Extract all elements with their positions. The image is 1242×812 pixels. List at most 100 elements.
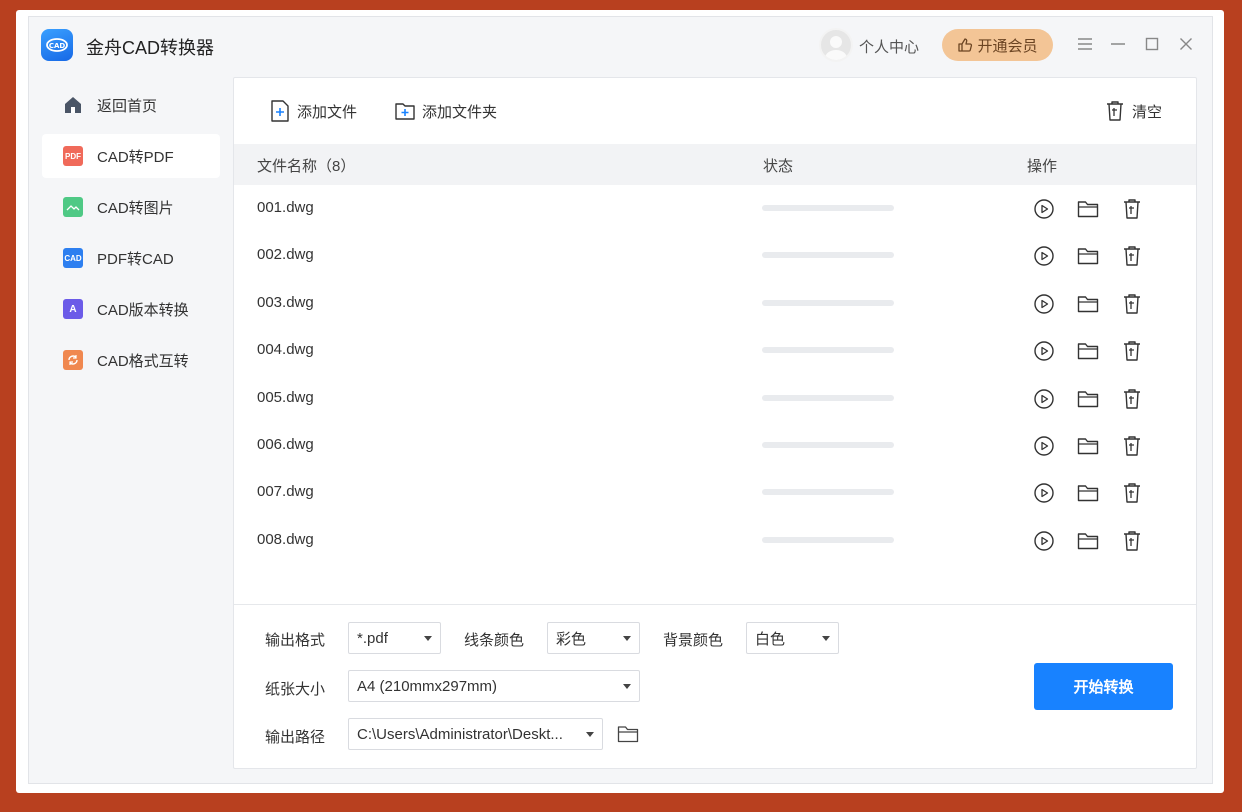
delete-icon[interactable] [1120,387,1144,411]
open-folder-icon[interactable] [1076,434,1100,458]
vip-button[interactable]: 开通会员 [942,29,1053,61]
open-folder-icon[interactable] [1076,481,1100,505]
options-divider [234,604,1196,605]
pdf-icon: PDF [63,146,83,166]
play-icon[interactable] [1032,481,1056,505]
format-convert-icon [63,350,83,370]
sidebar-item-label: CAD版本转换 [97,301,189,319]
table-row[interactable]: 008.dwg [234,517,1196,564]
file-name: 004.dwg [257,341,314,359]
line-color-select[interactable]: 彩色 [547,622,640,654]
home-icon [63,95,83,115]
sidebar-item-cad-format[interactable]: CAD格式互转 [42,338,220,382]
table-row[interactable]: 003.dwg [234,280,1196,327]
vip-label: 开通会员 [977,37,1038,55]
delete-icon[interactable] [1120,434,1144,458]
table-row[interactable]: 002.dwg [234,232,1196,279]
open-folder-icon[interactable] [1076,292,1100,316]
app-logo-icon: CAD [41,29,73,61]
add-folder-button[interactable]: 添加文件夹 [395,100,497,122]
delete-icon[interactable] [1120,197,1144,221]
main-panel: 添加文件 添加文件夹 清空 文件名称（8） 状态 操作 001.dwg 002.… [233,77,1197,769]
chevron-down-icon [586,732,594,737]
status-progress-bar [762,299,894,306]
delete-icon[interactable] [1120,529,1144,553]
table-row[interactable]: 007.dwg [234,469,1196,516]
user-avatar-icon[interactable] [819,28,853,62]
status-progress-bar [762,442,894,448]
table-row[interactable]: 006.dwg [234,422,1196,469]
output-format-select[interactable]: *.pdf [348,622,441,654]
status-progress-bar [762,394,894,401]
clear-button[interactable]: 清空 [1105,100,1162,122]
header-status: 状态 [763,158,794,175]
menu-icon[interactable] [1074,33,1096,55]
sidebar-item-label: PDF转CAD [97,250,174,268]
add-folder-icon [395,103,415,120]
sidebar-item-pdf-to-cad[interactable]: CAD PDF转CAD [42,236,220,280]
table-row[interactable]: 004.dwg [234,327,1196,374]
sidebar-item-label: CAD转PDF [97,148,174,166]
svg-text:CAD: CAD [49,42,66,50]
delete-icon[interactable] [1120,292,1144,316]
play-icon[interactable] [1032,339,1056,363]
bg-color-label: 背景颜色 [663,632,724,649]
status-progress-bar [762,252,894,259]
line-color-value: 彩色 [556,630,587,648]
delete-icon[interactable] [1120,339,1144,363]
app-window: CAD 金舟CAD转换器 个人中心 开通会员 返回首页 PDF CAD转PDF … [16,10,1224,793]
maximize-icon[interactable] [1141,33,1163,55]
output-format-label: 输出格式 [265,632,326,649]
sidebar-item-cad-to-pdf[interactable]: PDF CAD转PDF [42,134,220,178]
play-icon[interactable] [1032,292,1056,316]
version-icon: A [63,299,83,319]
open-folder-icon[interactable] [1076,197,1100,221]
header-filename: 文件名称（8） [257,158,356,175]
close-icon[interactable] [1175,33,1197,55]
status-progress-bar [762,205,894,211]
bg-color-value: 白色 [755,630,786,648]
file-name: 002.dwg [257,246,314,264]
sidebar-item-label: CAD转图片 [97,199,174,217]
add-file-button[interactable]: 添加文件 [270,100,357,122]
output-path-label: 输出路径 [265,729,326,746]
add-folder-label: 添加文件夹 [422,103,498,121]
add-file-icon [271,100,289,122]
output-format-value: *.pdf [357,629,388,647]
image-icon [63,197,83,217]
sidebar-item-cad-to-image[interactable]: CAD转图片 [42,185,220,229]
sidebar-item-cad-version[interactable]: A CAD版本转换 [42,287,220,331]
start-convert-button[interactable]: 开始转换 [1034,663,1173,710]
header-actions: 操作 [1027,158,1058,175]
delete-icon[interactable] [1120,481,1144,505]
open-folder-icon[interactable] [1076,339,1100,363]
play-icon[interactable] [1032,529,1056,553]
sidebar-item-label: CAD格式互转 [97,352,189,370]
table-row[interactable]: 001.dwg [234,185,1196,232]
play-icon[interactable] [1032,434,1056,458]
open-folder-icon[interactable] [1076,244,1100,268]
cad-icon: CAD [63,248,83,268]
app-title: 金舟CAD转换器 [86,38,215,58]
bg-color-select[interactable]: 白色 [746,622,839,654]
output-path-value: C:\Users\Administrator\Deskt... [357,725,563,743]
sidebar-item-home[interactable]: 返回首页 [42,83,220,127]
play-icon[interactable] [1032,244,1056,268]
delete-icon[interactable] [1120,244,1144,268]
browse-folder-icon[interactable] [617,724,641,746]
open-folder-icon[interactable] [1076,529,1100,553]
minimize-icon[interactable] [1107,33,1129,55]
play-icon[interactable] [1032,197,1056,221]
paper-size-select[interactable]: A4 (210mmx297mm) [348,670,640,702]
file-name: 006.dwg [257,436,314,453]
play-icon[interactable] [1032,387,1056,411]
file-name: 001.dwg [257,199,314,216]
thumb-up-icon [958,38,973,52]
file-name: 005.dwg [257,388,314,406]
open-folder-icon[interactable] [1076,387,1100,411]
output-path-select[interactable]: C:\Users\Administrator\Deskt... [348,718,603,750]
table-row[interactable]: 005.dwg [234,375,1196,422]
add-file-label: 添加文件 [297,103,358,121]
status-progress-bar [762,347,894,354]
user-center-link[interactable]: 个人中心 [859,36,919,57]
